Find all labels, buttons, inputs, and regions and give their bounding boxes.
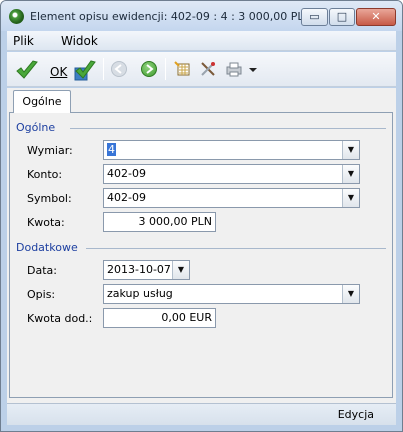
menu-item-widok[interactable]: Widok	[61, 34, 98, 48]
forward-button[interactable]	[141, 61, 157, 77]
toolbar: OK	[7, 52, 396, 87]
opis-value: zakup usług	[107, 287, 173, 300]
close-button[interactable]: ✕	[356, 8, 396, 26]
data-label: Data:	[27, 264, 57, 277]
save-check-icon	[74, 60, 96, 81]
section-title-dodatkowe: Dodatkowe	[16, 241, 78, 254]
ok-label: OK	[50, 65, 68, 79]
status-mode: Edycja	[337, 408, 374, 421]
chevron-down-icon[interactable]: ▼	[342, 285, 359, 303]
print-button[interactable]	[225, 56, 259, 83]
wymiar-label: Wymiar:	[27, 144, 73, 157]
maximize-button[interactable]: □	[329, 8, 355, 26]
forward-icon	[146, 64, 154, 74]
title-bar[interactable]: Element opisu ewidencji: 402-09 : 4 : 3 …	[1, 1, 402, 31]
dialog-window: Element opisu ewidencji: 402-09 : 4 : 3 …	[0, 0, 403, 432]
tab-ogolne[interactable]: Ogólne	[13, 90, 71, 113]
kwota-dod-input[interactable]: 0,00 EUR	[103, 308, 216, 328]
section-divider	[70, 128, 386, 129]
content-area: Ogólne Ogólne Wymiar: 4 ▼ Konto: 402-09 …	[7, 88, 396, 400]
dropdown-arrow-icon[interactable]	[249, 66, 257, 74]
ok-check-icon	[16, 60, 38, 79]
opis-select[interactable]: zakup usług ▼	[103, 284, 360, 304]
maximize-icon: □	[336, 10, 348, 23]
chevron-down-icon[interactable]: ▼	[342, 189, 359, 207]
section-title-ogolne: Ogólne	[16, 121, 56, 134]
back-icon	[114, 64, 122, 74]
kwota-dod-label: Kwota dod.:	[27, 312, 93, 325]
menu-bar: Plik Widok	[7, 31, 396, 51]
toolbar-separator	[103, 58, 104, 80]
tab-panel: Ogólne Wymiar: 4 ▼ Konto: 402-09 ▼ Symbo…	[9, 112, 393, 398]
chevron-down-icon[interactable]: ▼	[172, 261, 189, 279]
kwota-label: Kwota:	[27, 216, 65, 229]
print-icon	[226, 62, 242, 77]
attachments-icon	[174, 61, 190, 76]
tools-icon	[201, 62, 215, 76]
app-icon	[9, 9, 24, 24]
tools-button[interactable]	[199, 56, 219, 83]
konto-label: Konto:	[27, 168, 63, 181]
section-divider	[86, 248, 386, 249]
opis-label: Opis:	[27, 288, 56, 301]
menu-item-plik[interactable]: Plik	[13, 34, 34, 48]
toolbar-separator	[165, 58, 166, 80]
back-button[interactable]	[111, 61, 127, 77]
save-button[interactable]	[71, 56, 99, 83]
wymiar-value: 4	[107, 143, 116, 156]
symbol-label: Symbol:	[27, 192, 72, 205]
window-title: Element opisu ewidencji: 402-09 : 4 : 3 …	[30, 10, 312, 23]
chevron-down-icon[interactable]: ▼	[342, 165, 359, 183]
close-icon: ✕	[371, 10, 381, 23]
status-bar: Edycja	[7, 403, 396, 425]
attachments-button[interactable]	[173, 56, 193, 83]
chevron-down-icon[interactable]: ▼	[342, 141, 359, 159]
date-picker[interactable]: 2013-10-07 ▼	[103, 260, 190, 280]
symbol-select[interactable]: 402-09 ▼	[103, 188, 360, 208]
konto-select[interactable]: 402-09 ▼	[103, 164, 360, 184]
konto-value: 402-09	[107, 167, 146, 180]
minimize-icon: ▭	[309, 10, 320, 23]
kwota-input[interactable]: 3 000,00 PLN	[103, 212, 216, 232]
ok-button[interactable]: OK	[13, 56, 67, 83]
date-value: 2013-10-07	[107, 263, 171, 276]
wymiar-select[interactable]: 4 ▼	[103, 140, 360, 160]
minimize-button[interactable]: ▭	[301, 8, 328, 26]
symbol-value: 402-09	[107, 191, 146, 204]
